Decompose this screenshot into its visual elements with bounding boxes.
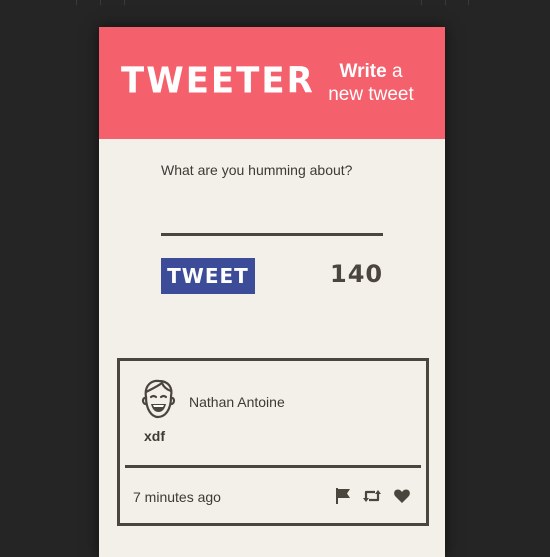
heart-icon[interactable] xyxy=(393,487,411,505)
character-counter: 140 xyxy=(330,260,384,288)
tweet-username: Nathan Antoine xyxy=(189,394,285,410)
tweeter-app-card: TWEETER Write a new tweet What are you h… xyxy=(99,27,445,557)
tweet-divider xyxy=(125,465,421,468)
subtitle-line-2: new tweet xyxy=(328,84,414,105)
header-subtitle: Write a new tweet xyxy=(319,60,423,106)
tweet-text: xdf xyxy=(144,428,165,444)
tweet-textarea[interactable] xyxy=(161,187,383,236)
subtitle-bold: Write xyxy=(339,61,387,82)
top-border xyxy=(0,0,550,5)
tweet-timestamp: 7 minutes ago xyxy=(133,489,221,505)
app-logo: TWEETER xyxy=(121,60,315,102)
retweet-icon[interactable] xyxy=(362,487,382,505)
tweet-card: Nathan Antoine xdf 7 minutes ago xyxy=(117,358,429,526)
smiling-face-avatar-icon xyxy=(141,379,176,419)
app-header: TWEETER Write a new tweet xyxy=(99,27,445,139)
compose-prompt: What are you humming about? xyxy=(161,162,353,178)
subtitle-word: a xyxy=(391,61,403,82)
tweet-button[interactable]: TWEET xyxy=(161,258,255,294)
flag-icon[interactable] xyxy=(334,487,352,505)
